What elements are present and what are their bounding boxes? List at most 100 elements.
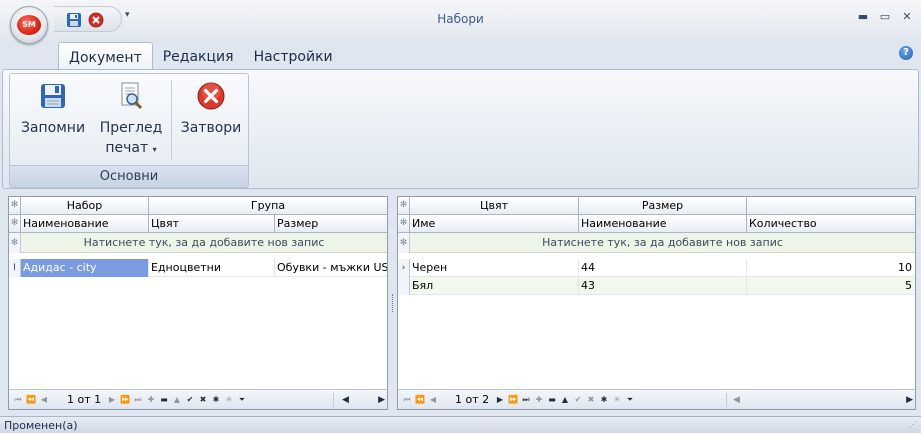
- tab-document[interactable]: Документ: [58, 42, 153, 70]
- filter-icon[interactable]: ⏷: [625, 394, 635, 405]
- cell-quantity[interactable]: 10: [747, 259, 915, 277]
- scroll-left-icon[interactable]: ◀: [733, 393, 740, 407]
- horizontal-scrollbar[interactable]: ◀ ▶: [333, 393, 387, 407]
- ribbon: Запомни Преглед печат ▾ Затвори Основни: [2, 69, 919, 189]
- record-counter: 1 от 2: [455, 393, 490, 406]
- close-icon[interactable]: ✕: [901, 10, 913, 23]
- delete-icon[interactable]: ▬: [159, 394, 169, 405]
- prev-page-icon[interactable]: ⏪: [415, 394, 425, 405]
- print-preview-label-line2: печат: [105, 140, 149, 156]
- column-header-color-name[interactable]: Име: [410, 215, 579, 233]
- maximize-icon[interactable]: ▭: [879, 10, 891, 23]
- new-row-hint: Натиснете тук, за да добавите нов запис: [542, 236, 783, 249]
- cell-size-name[interactable]: 44: [579, 259, 747, 277]
- print-preview-label-line1: Преглед: [99, 120, 163, 136]
- star-icon: ✻: [9, 197, 21, 215]
- filter-icon[interactable]: ⏷: [237, 394, 247, 405]
- tab-settings[interactable]: Настройки: [244, 42, 343, 70]
- band-header-size[interactable]: Размер: [579, 197, 747, 215]
- close-circle-icon: [197, 82, 225, 110]
- first-page-icon[interactable]: ⏮: [402, 394, 412, 405]
- column-header-color[interactable]: Цвят: [149, 215, 275, 233]
- window-title: Набори: [437, 12, 484, 26]
- print-preview-icon: [121, 82, 143, 110]
- help-icon[interactable]: ?: [899, 46, 913, 60]
- cell-name[interactable]: Адидас - city: [21, 259, 149, 277]
- ribbon-separator: [171, 80, 172, 160]
- cell-color[interactable]: Едноцветни: [149, 259, 275, 277]
- cell-size[interactable]: Обувки - мъжки USA: [275, 259, 387, 277]
- table-row[interactable]: Бял 43 5: [398, 277, 915, 295]
- save-check-icon[interactable]: ✔: [185, 394, 195, 405]
- resize-grip-icon[interactable]: ⋰: [909, 420, 919, 430]
- next-page-icon[interactable]: ⏩: [120, 394, 130, 405]
- band-header-set[interactable]: Набор: [21, 197, 149, 215]
- move-up-icon[interactable]: ▲: [560, 394, 570, 405]
- band-header-group[interactable]: Група: [149, 197, 387, 215]
- splitter-grip: [392, 294, 393, 312]
- move-up-icon[interactable]: ▲: [172, 394, 182, 405]
- last-page-icon[interactable]: ⏭: [133, 394, 143, 405]
- first-page-icon[interactable]: ⏮: [13, 394, 23, 405]
- last-page-icon[interactable]: ⏭: [521, 394, 531, 405]
- cell-quantity[interactable]: 5: [747, 277, 915, 295]
- status-text: Променен(а): [4, 419, 78, 432]
- cell-color-name[interactable]: Бял: [410, 277, 579, 295]
- minimize-icon[interactable]: ▬: [857, 10, 869, 23]
- cancel-icon[interactable]: ✖: [586, 394, 596, 405]
- cell-size-name[interactable]: 43: [579, 277, 747, 295]
- save-icon: [41, 84, 65, 108]
- status-bar: Променен(а) ⋰: [0, 416, 921, 433]
- prev-page-icon[interactable]: ⏪: [26, 394, 36, 405]
- cancel-icon[interactable]: ✖: [198, 394, 208, 405]
- column-header-size-name[interactable]: Наименование: [579, 215, 747, 233]
- print-preview-button[interactable]: Преглед печат ▾: [94, 80, 168, 160]
- close-button-label: Затвори: [180, 120, 242, 136]
- star-icon: ✻: [398, 215, 410, 233]
- title-bar: SM ▾ Набори ▬ ▭ ✕: [0, 0, 921, 44]
- scroll-right-icon[interactable]: ▶: [378, 393, 385, 407]
- left-grid-panel: ✻ Набор Група ✻ Наименование Цвят Размер…: [8, 196, 388, 410]
- star-icon: ✻: [398, 197, 410, 215]
- clear-icon[interactable]: ✳: [224, 394, 234, 405]
- column-header-size[interactable]: Размер: [275, 215, 387, 233]
- ribbon-group-caption: Основни: [10, 165, 248, 187]
- data-navigator: ⏮ ⏪ ◀ 1 от 2 ▶ ⏩ ⏭ ✚ ▬ ▲ ✔ ✖ ✱ ✳ ⏷ ◀ ▶: [398, 389, 915, 409]
- cell-color-name[interactable]: Черен: [410, 259, 579, 277]
- table-row[interactable]: I Адидас - city Едноцветни Обувки - мъжк…: [9, 259, 387, 277]
- new-row[interactable]: ✻ Натиснете тук, за да добавите нов запи…: [9, 233, 387, 253]
- horizontal-scrollbar[interactable]: ◀ ▶: [726, 393, 915, 407]
- refresh-icon[interactable]: ✱: [211, 394, 221, 405]
- new-row[interactable]: ✻ Натиснете тук, за да добавите нов запи…: [398, 233, 915, 253]
- next-page-icon[interactable]: ⏩: [508, 394, 518, 405]
- append-icon[interactable]: ✚: [146, 394, 156, 405]
- chevron-down-icon: ▾: [152, 145, 157, 154]
- column-header-name[interactable]: Наименование: [21, 215, 149, 233]
- prev-record-icon[interactable]: ◀: [39, 394, 49, 405]
- save-button-label: Запомни: [20, 120, 86, 136]
- next-record-icon[interactable]: ▶: [495, 394, 505, 405]
- save-button[interactable]: Запомни: [16, 80, 90, 138]
- column-header-quantity[interactable]: Количество: [747, 215, 915, 233]
- tab-edit[interactable]: Редакция: [153, 42, 244, 70]
- record-counter: 1 от 1: [67, 393, 102, 406]
- prev-record-icon[interactable]: ◀: [428, 394, 438, 405]
- next-record-icon[interactable]: ▶: [107, 394, 117, 405]
- delete-icon[interactable]: ▬: [547, 394, 557, 405]
- ribbon-tabs: Документ Редакция Настройки: [58, 42, 343, 70]
- panel-splitter[interactable]: [389, 196, 396, 410]
- row-indicator: I: [9, 259, 21, 277]
- refresh-icon[interactable]: ✱: [599, 394, 609, 405]
- clear-icon[interactable]: ✳: [612, 394, 622, 405]
- row-indicator: [398, 277, 410, 295]
- scroll-left-icon[interactable]: ◀: [342, 393, 349, 407]
- scroll-right-icon[interactable]: ▶: [906, 393, 913, 407]
- append-icon[interactable]: ✚: [534, 394, 544, 405]
- save-check-icon[interactable]: ✔: [573, 394, 583, 405]
- band-header-empty: [747, 197, 915, 215]
- band-header-color[interactable]: Цвят: [410, 197, 579, 215]
- right-grid-panel: ✻ Цвят Размер ✻ Име Наименование Количес…: [397, 196, 916, 410]
- app-menu-button[interactable]: SM: [10, 6, 48, 44]
- close-button[interactable]: Затвори: [176, 80, 246, 138]
- table-row[interactable]: › Черен 44 10: [398, 259, 915, 277]
